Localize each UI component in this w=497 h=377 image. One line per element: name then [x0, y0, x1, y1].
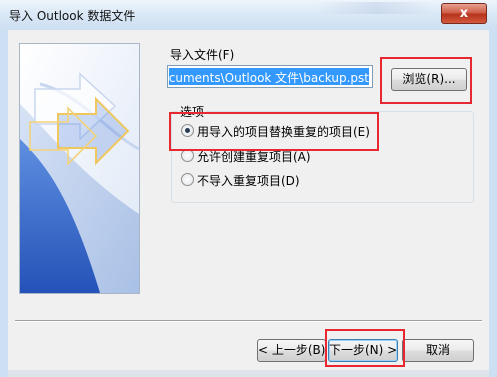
window-frame-left: [0, 30, 8, 377]
browse-button[interactable]: 浏览(R)...: [391, 68, 467, 91]
file-path-input[interactable]: ocuments\Outlook 文件\backup.pst: [167, 65, 373, 88]
radio-allow-duplicates[interactable]: [181, 149, 194, 162]
option-replace-duplicates-label: 用导入的项目替换重复的项目(E): [197, 125, 370, 139]
dialog-client-area: 导入文件(F) ocuments\Outlook 文件\backup.pst 浏…: [8, 30, 489, 370]
cancel-button[interactable]: 取消: [402, 339, 474, 362]
option-no-duplicates[interactable]: 不导入重复项目(D): [181, 172, 311, 188]
window-frame-right: [489, 30, 497, 377]
next-button[interactable]: 下一步(N) >: [328, 339, 398, 362]
back-button[interactable]: < 上一步(B): [257, 339, 326, 362]
option-no-duplicates-label: 不导入重复项目(D): [197, 174, 300, 188]
import-file-label: 导入文件(F): [170, 48, 235, 62]
file-path-value: ocuments\Outlook 文件\backup.pst: [167, 71, 369, 85]
close-button[interactable]: x: [441, 3, 487, 24]
footer-separator: [15, 320, 482, 322]
window-title: 导入 Outlook 数据文件: [9, 9, 136, 23]
title-bar-background-ghost: [318, 2, 436, 14]
option-allow-duplicates[interactable]: 允许创建重复项目(A): [181, 148, 321, 164]
wizard-banner-graphic: [20, 44, 139, 293]
option-allow-duplicates-label: 允许创建重复项目(A): [197, 150, 311, 164]
radio-replace-duplicates[interactable]: [181, 124, 194, 137]
title-bar: 导入 Outlook 数据文件 x: [0, 0, 497, 30]
wizard-banner-image: [19, 43, 140, 294]
options-group-title: 选项: [178, 103, 207, 120]
radio-no-duplicates[interactable]: [181, 173, 194, 186]
option-replace-duplicates[interactable]: 用导入的项目替换重复的项目(E): [181, 123, 371, 139]
